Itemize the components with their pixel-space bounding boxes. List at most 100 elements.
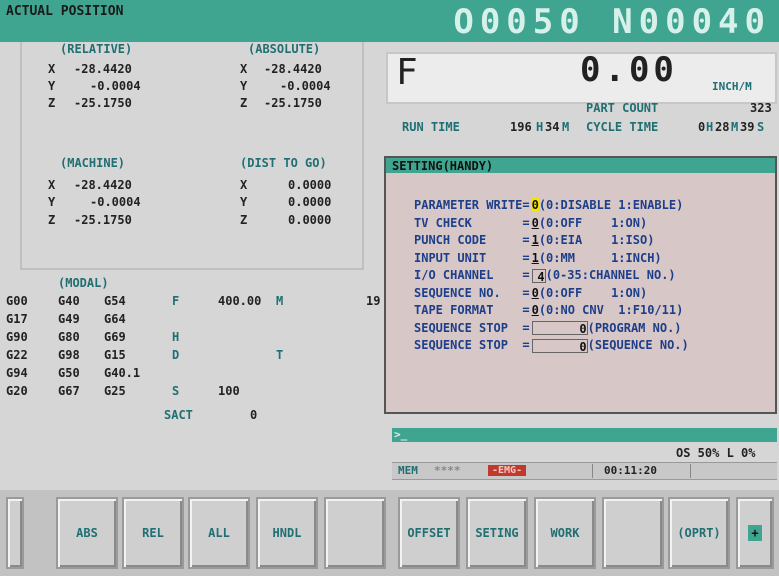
mach-x-value: -28.4420	[74, 178, 132, 192]
setting-row[interactable]: INPUT UNIT = 1(0:MM 1:INCH)	[414, 251, 662, 265]
softkey-label: OFFSET	[407, 526, 451, 540]
run-time-hours: 196	[510, 120, 532, 134]
softkey-rel-button[interactable]: REL	[122, 497, 184, 569]
modal-code: G94	[6, 366, 28, 380]
setting-row[interactable]: PARAMETER WRITE= 0(0:DISABLE 1:ENABLE)	[414, 198, 683, 212]
setting-row[interactable]: SEQUENCE STOP = 0(SEQUENCE NO.)	[414, 338, 689, 354]
setting-value[interactable]: 1	[532, 233, 539, 247]
modal-key: S	[172, 384, 180, 398]
position-panel: (RELATIVE) X -28.4420 Y -0.0004 Z -25.17…	[20, 42, 364, 270]
run-time-h-unit: H	[536, 120, 544, 134]
setting-description: (0:MM 1:INCH)	[538, 250, 662, 265]
softkey-hndl-button[interactable]: HNDL	[256, 497, 318, 569]
softkey-seting-button[interactable]: SETING	[466, 497, 528, 569]
setting-name: TAPE FORMAT =	[414, 303, 530, 317]
setting-value[interactable]: 4	[531, 268, 546, 284]
emg-status: -EMG-	[488, 465, 527, 476]
modal-value: 400.00	[218, 294, 262, 308]
input-line[interactable]: >_	[392, 428, 777, 442]
modal-code: G40.1	[104, 366, 141, 380]
modal-code: G17	[6, 312, 28, 326]
softkey-label: HNDL	[272, 526, 302, 540]
setting-row[interactable]: PUNCH CODE = 1(0:EIA 1:ISO)	[414, 233, 654, 247]
modal-key: T	[276, 348, 284, 362]
setting-value[interactable]: 1	[532, 251, 539, 265]
sact-label: SACT	[164, 408, 193, 422]
modal-label: (MODAL)	[58, 276, 109, 290]
softkey-next-button[interactable]: +	[736, 497, 774, 569]
setting-name: I/O CHANNEL =	[414, 268, 530, 282]
abs-y-axis: Y	[240, 79, 248, 93]
status-divider-2	[690, 464, 691, 478]
run-time-minutes: 34	[545, 120, 560, 134]
modal-code: G80	[58, 330, 80, 344]
modal-code: G54	[104, 294, 126, 308]
softkey-work-button[interactable]: WORK	[534, 497, 596, 569]
dtg-x-axis: X	[240, 178, 248, 192]
cycle-time-h-unit: H	[706, 120, 714, 134]
setting-row[interactable]: I/O CHANNEL = 4(0-35:CHANNEL NO.)	[414, 268, 676, 284]
setting-value[interactable]: 0	[531, 338, 588, 354]
modal-code: G50	[58, 366, 80, 380]
softkey-label: ALL	[208, 526, 230, 540]
softkey-label: SETING	[475, 526, 519, 540]
modal-code: G69	[104, 330, 126, 344]
setting-description: (0:EIA 1:ISO)	[538, 233, 655, 247]
clock-status: 00:11:20	[604, 464, 657, 477]
setting-row[interactable]: TAPE FORMAT = 0(0:NO CNV 1:F10/11)	[414, 303, 683, 317]
setting-value[interactable]: 0	[532, 286, 539, 300]
setting-row[interactable]: TV CHECK = 0(0:OFF 1:ON)	[414, 216, 647, 230]
setting-description: (0:DISABLE 1:ENABLE)	[538, 198, 684, 212]
feed-panel: F 0.00 INCH/M	[386, 50, 777, 104]
modal-code: G98	[58, 348, 80, 362]
cycle-time-seconds: 39	[740, 120, 755, 134]
modal-key: D	[172, 348, 180, 362]
setting-value[interactable]: 0	[531, 198, 539, 212]
setting-value[interactable]: 0	[532, 216, 539, 230]
feed-f-label: F	[396, 52, 418, 93]
stars-status: ****	[434, 464, 461, 477]
rel-x-axis: X	[48, 62, 56, 76]
softkey-blank-0-button[interactable]	[6, 497, 24, 569]
setting-title: SETTING(HANDY)	[392, 159, 494, 173]
setting-name: PUNCH CODE =	[414, 233, 530, 247]
abs-z-axis: Z	[240, 96, 248, 110]
setting-value[interactable]: 0	[532, 303, 539, 317]
softkey-blank-5-button[interactable]	[324, 497, 386, 569]
setting-description: (PROGRAM NO.)	[587, 320, 682, 335]
setting-row[interactable]: SEQUENCE STOP = 0(PROGRAM NO.)	[414, 320, 682, 337]
setting-title-bar: SETTING(HANDY)	[386, 158, 775, 173]
softkey-blank-9-button[interactable]	[602, 497, 664, 569]
setting-value[interactable]: 0	[531, 321, 588, 336]
setting-name: SEQUENCE STOP =	[414, 320, 530, 335]
softkey-offset-button[interactable]: OFFSET	[398, 497, 460, 569]
setting-name: SEQUENCE STOP =	[414, 338, 530, 352]
part-count-label: PART COUNT	[586, 101, 659, 115]
softkey-abs-button[interactable]: ABS	[56, 497, 118, 569]
setting-name: PARAMETER WRITE=	[414, 198, 530, 212]
softkey-label: WORK	[550, 526, 580, 540]
modal-key: H	[172, 330, 180, 344]
setting-row[interactable]: SEQUENCE NO. = 0(0:OFF 1:ON)	[414, 286, 647, 300]
abs-x-axis: X	[240, 62, 248, 76]
softkey-label: REL	[142, 526, 164, 540]
dist-to-go-label: (DIST TO GO)	[240, 156, 327, 170]
cycle-time-hours: 0	[698, 120, 706, 134]
setting-description: (0:OFF 1:ON)	[538, 285, 648, 300]
softkey-label: ABS	[76, 526, 98, 540]
modal-code: G22	[6, 348, 28, 362]
mach-z-axis: Z	[48, 213, 56, 227]
rel-z-axis: Z	[48, 96, 56, 110]
setting-name: TV CHECK =	[414, 215, 530, 230]
mach-y-axis: Y	[48, 195, 56, 209]
relative-label: (RELATIVE)	[60, 42, 133, 56]
softkey-oprt-button[interactable]: (OPRT)	[668, 497, 730, 569]
softkey-label: +	[748, 525, 762, 541]
setting-description: (0:NO CNV 1:F10/11)	[538, 303, 684, 317]
softkey-all-button[interactable]: ALL	[188, 497, 250, 569]
softkey-label: (OPRT)	[677, 526, 721, 540]
modal-key: F	[172, 294, 180, 308]
modal-code: G00	[6, 294, 28, 308]
rel-y-value: -0.0004	[90, 79, 141, 93]
modal-key: M	[276, 294, 284, 308]
